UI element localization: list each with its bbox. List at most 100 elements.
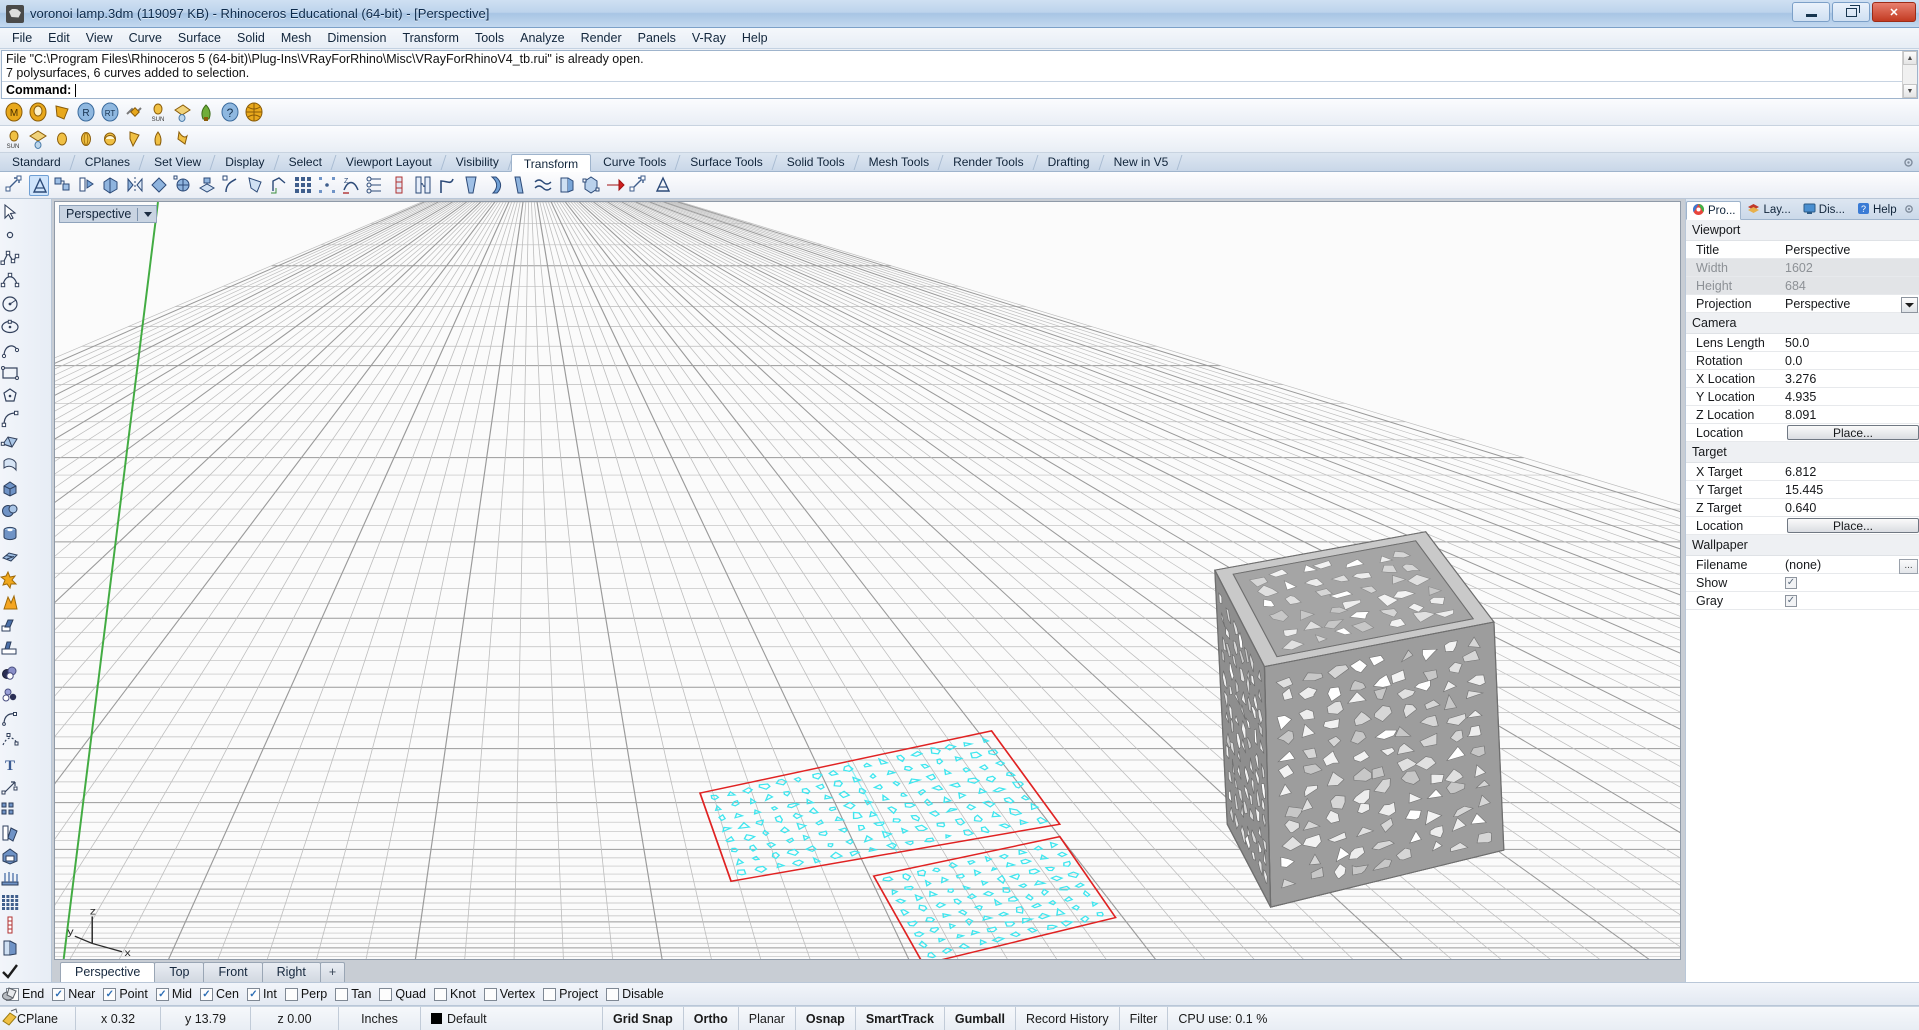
smooth-icon[interactable] [461,175,481,196]
boolean-union-icon[interactable] [0,570,26,593]
rotate-3d-icon[interactable] [101,175,121,196]
arc-icon[interactable] [0,340,26,363]
toolbar-tab-surface-tools[interactable]: Surface Tools [678,153,775,171]
maximize-button[interactable] [1832,2,1870,22]
surface-from-points-icon[interactable] [0,432,26,455]
box-icon[interactable] [0,478,26,501]
scale-2d-icon[interactable] [149,175,169,196]
toolbar-tab-visibility[interactable]: Visibility [444,153,511,171]
extrude-surface-icon[interactable] [0,455,26,478]
ies-light-icon[interactable] [124,129,145,150]
menu-item-file[interactable]: File [4,29,40,47]
osnap-checkbox[interactable] [434,987,447,1001]
fillet-icon[interactable] [0,708,26,731]
array-icon[interactable] [0,800,26,823]
scale-1d-icon[interactable] [197,175,217,196]
menu-item-transform[interactable]: Transform [394,29,467,47]
vray-proxy-icon[interactable] [196,102,217,123]
shear-icon[interactable] [221,175,241,196]
menu-item-panels[interactable]: Panels [630,29,684,47]
osnap-vertex[interactable]: Vertex [483,987,535,1001]
bend-icon[interactable] [269,175,289,196]
toolbar-tab-transform[interactable]: Transform [510,154,592,172]
rebuild-icon[interactable] [0,915,26,938]
menu-item-dimension[interactable]: Dimension [319,29,394,47]
vray-help-icon[interactable]: ? [220,102,241,123]
mesh-light-icon[interactable] [148,129,169,150]
status-layer[interactable]: Default [421,1007,603,1030]
property-value[interactable]: 684 [1780,279,1919,293]
status-toggle-grid-snap[interactable]: Grid Snap [603,1007,684,1030]
dimension-icon[interactable] [0,777,26,800]
property-value[interactable]: 6.812 [1780,465,1919,479]
gumball-icon[interactable] [29,174,49,196]
toolbar-tab-cplanes[interactable]: CPlanes [73,153,142,171]
property-value[interactable]: Perspective [1780,243,1919,257]
shade-icon[interactable] [0,984,26,1007]
menu-item-v-ray[interactable]: V-Ray [684,29,734,47]
osnap-checkbox[interactable] [284,987,298,1001]
mirror-icon[interactable] [0,823,26,846]
osnap-int[interactable]: ✓ Int [246,987,277,1001]
osnap-checkbox[interactable] [335,987,349,1001]
viewport-tab-right[interactable]: Right [261,962,321,982]
viewport-title-widget[interactable]: Perspective [59,205,158,223]
ellipse-icon[interactable] [0,317,26,340]
property-value[interactable]: 15.445 [1780,483,1919,497]
menu-item-analyze[interactable]: Analyze [512,29,572,47]
osnap-checkbox[interactable] [483,987,497,1001]
extrude-icon[interactable] [0,869,26,892]
toolbar-tab-render-tools[interactable]: Render Tools [941,153,1036,171]
place-button[interactable]: Place... [1787,425,1919,440]
explode-icon[interactable] [0,593,26,616]
menu-item-solid[interactable]: Solid [229,29,273,47]
vray-render-rt-icon[interactable]: RT [100,102,121,123]
menu-item-render[interactable]: Render [573,29,630,47]
offset-icon[interactable] [557,175,577,196]
status-toggle-ortho[interactable]: Ortho [684,1007,739,1030]
gear-icon[interactable] [1903,203,1915,218]
array-curve-icon[interactable] [365,175,385,196]
osnap-project[interactable]: Project [543,987,598,1001]
grid-points-icon[interactable] [0,892,26,915]
property-value[interactable]: 50.0 [1780,336,1919,350]
spot-light-icon[interactable] [100,129,121,150]
array-rect-icon[interactable] [317,175,337,196]
sphere-icon[interactable] [0,501,26,524]
sun-icon[interactable]: SUN [4,129,25,150]
transform-arrow-icon[interactable] [653,175,673,196]
toolbar-tab-curve-tools[interactable]: Curve Tools [591,153,678,171]
vray-globe-icon[interactable] [244,102,265,123]
viewport-tab-perspective[interactable]: Perspective [60,962,156,982]
property-value[interactable]: 3.276 [1780,372,1919,386]
panel-tab-pro[interactable]: Pro... [1686,201,1742,220]
rotate-2d-icon[interactable] [77,175,97,196]
osnap-checkbox[interactable]: ✓ [246,987,260,1001]
osnap-knot[interactable]: Knot [434,987,476,1001]
boolean-difference-icon[interactable] [0,685,26,708]
browse-button[interactable]: ... [1899,558,1918,574]
boolean-ops-icon[interactable] [0,662,26,685]
toolbar-tab-display[interactable]: Display [213,153,276,171]
property-value[interactable]: 8.091 [1780,408,1919,422]
move-icon[interactable] [5,175,25,196]
control-point-curve-icon[interactable] [0,271,26,294]
render-icon[interactable] [0,1007,26,1030]
scroll-down-icon[interactable]: ▼ [1903,84,1917,98]
place-button[interactable]: Place... [1787,518,1919,533]
vray-material-editor-icon[interactable]: M [4,102,25,123]
command-line[interactable]: Command: [2,81,1917,98]
cage-edit-icon[interactable] [605,175,625,196]
osnap-quad[interactable]: Quad [379,987,426,1001]
menu-item-edit[interactable]: Edit [40,29,78,47]
property-value[interactable]: 1602 [1780,261,1919,275]
osnap-near[interactable]: ✓ Near [52,987,95,1001]
property-checkbox[interactable]: ✓ [1785,594,1797,607]
toolbar-tab-drafting[interactable]: Drafting [1036,153,1102,171]
array-polar-icon[interactable]: Z [341,175,361,196]
polygon-icon[interactable] [0,386,26,409]
property-value[interactable]: 0.0 [1780,354,1919,368]
toolbar-tab-new-in-v5[interactable]: New in V5 [1102,153,1181,171]
scale-3d-icon[interactable] [173,175,193,196]
vray-sun-icon[interactable]: SUN [148,102,169,123]
